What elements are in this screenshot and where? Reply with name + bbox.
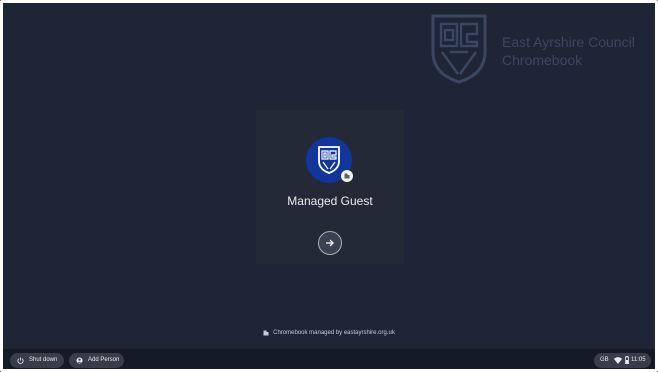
managed-notice: Chromebook managed by eastayrshire.org.u… [0, 330, 658, 337]
shutdown-label: Shut down [29, 357, 58, 363]
user-name: Managed Guest [287, 194, 373, 208]
wifi-icon [614, 357, 622, 364]
device-type-label: Chromebook [502, 52, 583, 68]
shutdown-button[interactable]: Shut down [10, 353, 64, 368]
battery-icon [625, 356, 629, 364]
enterprise-badge [341, 170, 353, 182]
council-crest-icon [431, 14, 487, 84]
add-person-button[interactable]: Add Person [69, 353, 124, 368]
add-person-icon [76, 357, 83, 364]
organization-branding: East Ayrshire Council Chromebook [430, 12, 655, 84]
shelf: Shut down Add Person GB 11:05 [3, 349, 655, 369]
managed-notice-text: Chromebook managed by eastayrshire.org.u… [273, 330, 395, 336]
arrow-right-icon [326, 239, 334, 247]
add-person-label: Add Person [88, 357, 120, 363]
organization-name: East Ayrshire Council [502, 34, 635, 50]
sign-in-arrow-button[interactable] [318, 231, 342, 255]
clock-time: 11:05 [631, 357, 646, 363]
user-pod[interactable]: Managed Guest [256, 110, 404, 264]
building-icon [344, 173, 350, 179]
status-tray[interactable]: GB 11:05 [594, 353, 651, 368]
keyboard-layout-indicator: GB [600, 357, 609, 363]
building-icon [263, 330, 269, 336]
power-icon [17, 357, 24, 364]
council-crest-icon [318, 146, 340, 174]
